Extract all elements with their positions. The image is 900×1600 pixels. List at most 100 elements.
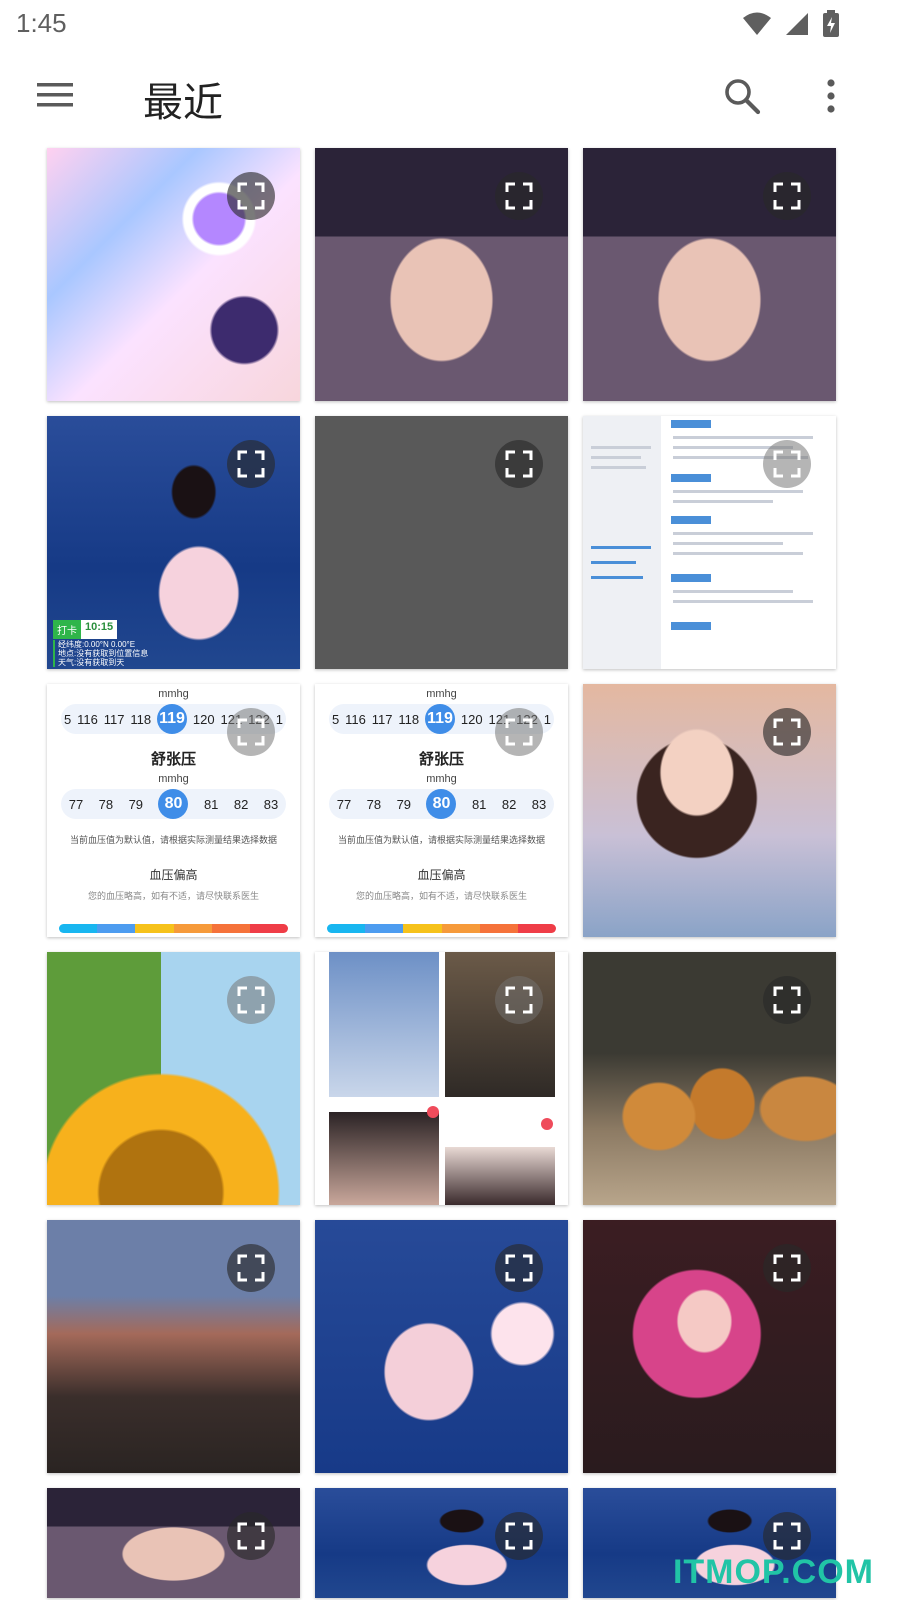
bp-unit: mmhg <box>426 773 457 785</box>
more-vert-icon <box>827 79 835 113</box>
expand-button[interactable] <box>495 440 543 488</box>
resume-section-tag <box>671 474 711 482</box>
expand-button[interactable] <box>763 440 811 488</box>
fullscreen-icon <box>237 1522 265 1550</box>
collage-cell <box>329 952 439 1097</box>
watermark-info: 经纬度:0.00°N 0.00°E 地点:没有获取到位置信息 天气:没有获取到天 <box>53 640 148 667</box>
fullscreen-icon <box>773 1254 801 1282</box>
resume-section-tag <box>671 420 711 428</box>
photo-tile[interactable] <box>583 1220 836 1473</box>
expand-button[interactable] <box>495 1512 543 1560</box>
fullscreen-icon <box>237 450 265 478</box>
resume-sidebar <box>583 416 661 669</box>
photo-tile[interactable] <box>583 684 836 937</box>
bp-level-segment <box>479 924 518 933</box>
resume-line <box>673 600 813 603</box>
resume-line <box>673 490 803 493</box>
diastolic-picker: 77 78 79 80 81 82 83 <box>61 789 286 819</box>
photo-tile[interactable] <box>315 416 568 669</box>
photo-tile[interactable] <box>47 148 300 401</box>
expand-button[interactable] <box>227 976 275 1024</box>
photo-tile[interactable] <box>47 952 300 1205</box>
photo-tile[interactable] <box>583 952 836 1205</box>
fullscreen-icon <box>237 1254 265 1282</box>
fullscreen-icon <box>773 450 801 478</box>
bp-level-bar <box>59 924 288 933</box>
bp-level-segment <box>97 924 136 933</box>
expand-button[interactable] <box>227 708 275 756</box>
resume-line <box>673 532 813 535</box>
more-options-button[interactable] <box>808 68 854 124</box>
collage-cell <box>329 1112 439 1205</box>
bp-note: 当前血压值为默认值，请根据实际测量结果选择数据 <box>69 835 277 845</box>
expand-button[interactable] <box>495 708 543 756</box>
expand-button[interactable] <box>763 1244 811 1292</box>
photo-tile[interactable]: 打卡 10:15 经纬度:0.00°N 0.00°E 地点:没有获取到位置信息 … <box>47 416 300 669</box>
bp-state: 血压偏高 <box>149 868 198 882</box>
expand-button[interactable] <box>227 172 275 220</box>
photo-tile[interactable] <box>583 148 836 401</box>
hamburger-menu-icon <box>37 83 73 107</box>
bp-level-segment <box>365 924 404 933</box>
expand-button[interactable] <box>495 976 543 1024</box>
expand-button[interactable] <box>763 976 811 1024</box>
status-time: 1:45 <box>16 8 67 38</box>
fullscreen-icon <box>505 1254 533 1282</box>
photo-tile[interactable]: mmhg 5 116 117 118 119 120 121 122 1 舒张压… <box>315 684 568 937</box>
delete-dot-icon <box>427 1106 439 1118</box>
expand-button[interactable] <box>495 1244 543 1292</box>
selected-value: 80 <box>158 789 189 819</box>
menu-button[interactable] <box>24 68 86 122</box>
resume-line <box>673 590 793 593</box>
bp-level-segment <box>517 924 556 933</box>
selected-value: 80 <box>426 789 457 819</box>
delete-dot-icon <box>541 1118 553 1130</box>
bp-level-segment <box>441 924 480 933</box>
bp-level-segment <box>249 924 288 933</box>
expand-button[interactable] <box>227 440 275 488</box>
photo-tile[interactable] <box>47 1220 300 1473</box>
expand-button[interactable] <box>495 172 543 220</box>
photo-tile[interactable] <box>583 416 836 669</box>
diastolic-picker: 77 78 79 80 81 82 83 <box>329 789 554 819</box>
resume-line <box>673 436 813 439</box>
collage-cell <box>445 952 555 1097</box>
resume-skill-bar <box>591 576 643 579</box>
fullscreen-icon <box>505 1522 533 1550</box>
photo-tile[interactable] <box>315 1220 568 1473</box>
bp-unit: mmhg <box>426 688 457 700</box>
selected-value: 119 <box>157 704 188 734</box>
photo-tile[interactable] <box>315 952 568 1205</box>
bp-unit: mmhg <box>158 688 189 700</box>
fullscreen-icon <box>773 1522 801 1550</box>
photo-tile[interactable] <box>315 1488 568 1598</box>
resume-line <box>591 456 641 459</box>
bp-level-segment <box>135 924 174 933</box>
bp-level-bar <box>327 924 556 933</box>
bp-level-segment <box>327 924 366 933</box>
expand-button[interactable] <box>763 708 811 756</box>
resume-line <box>673 500 773 503</box>
fullscreen-icon <box>505 986 533 1014</box>
resume-section-tag <box>671 622 711 630</box>
search-icon <box>725 79 761 115</box>
bp-unit: mmhg <box>158 773 189 785</box>
resume-skill-bar <box>591 546 651 549</box>
fullscreen-icon <box>773 182 801 210</box>
bp-level-segment <box>173 924 212 933</box>
photo-tile[interactable] <box>47 1488 300 1598</box>
search-button[interactable] <box>714 68 770 124</box>
expand-button[interactable] <box>227 1244 275 1292</box>
resume-skill-bar <box>591 561 636 564</box>
photo-tile[interactable]: mmhg 5 116 117 118 119 120 121 122 1 舒张压… <box>47 684 300 937</box>
resume-section-tag <box>671 574 711 582</box>
bp-note: 当前血压值为默认值，请根据实际测量结果选择数据 <box>337 835 545 845</box>
fullscreen-icon <box>505 718 533 746</box>
resume-line <box>591 446 651 449</box>
photo-tile[interactable] <box>315 148 568 401</box>
photo-grid: 打卡 10:15 经纬度:0.00°N 0.00°E 地点:没有获取到位置信息 … <box>47 148 837 1598</box>
expand-button[interactable] <box>763 172 811 220</box>
status-icons <box>742 10 840 43</box>
bp-advice: 您的血压略高，如有不适，请尽快联系医生 <box>355 891 527 901</box>
expand-button[interactable] <box>227 1512 275 1560</box>
